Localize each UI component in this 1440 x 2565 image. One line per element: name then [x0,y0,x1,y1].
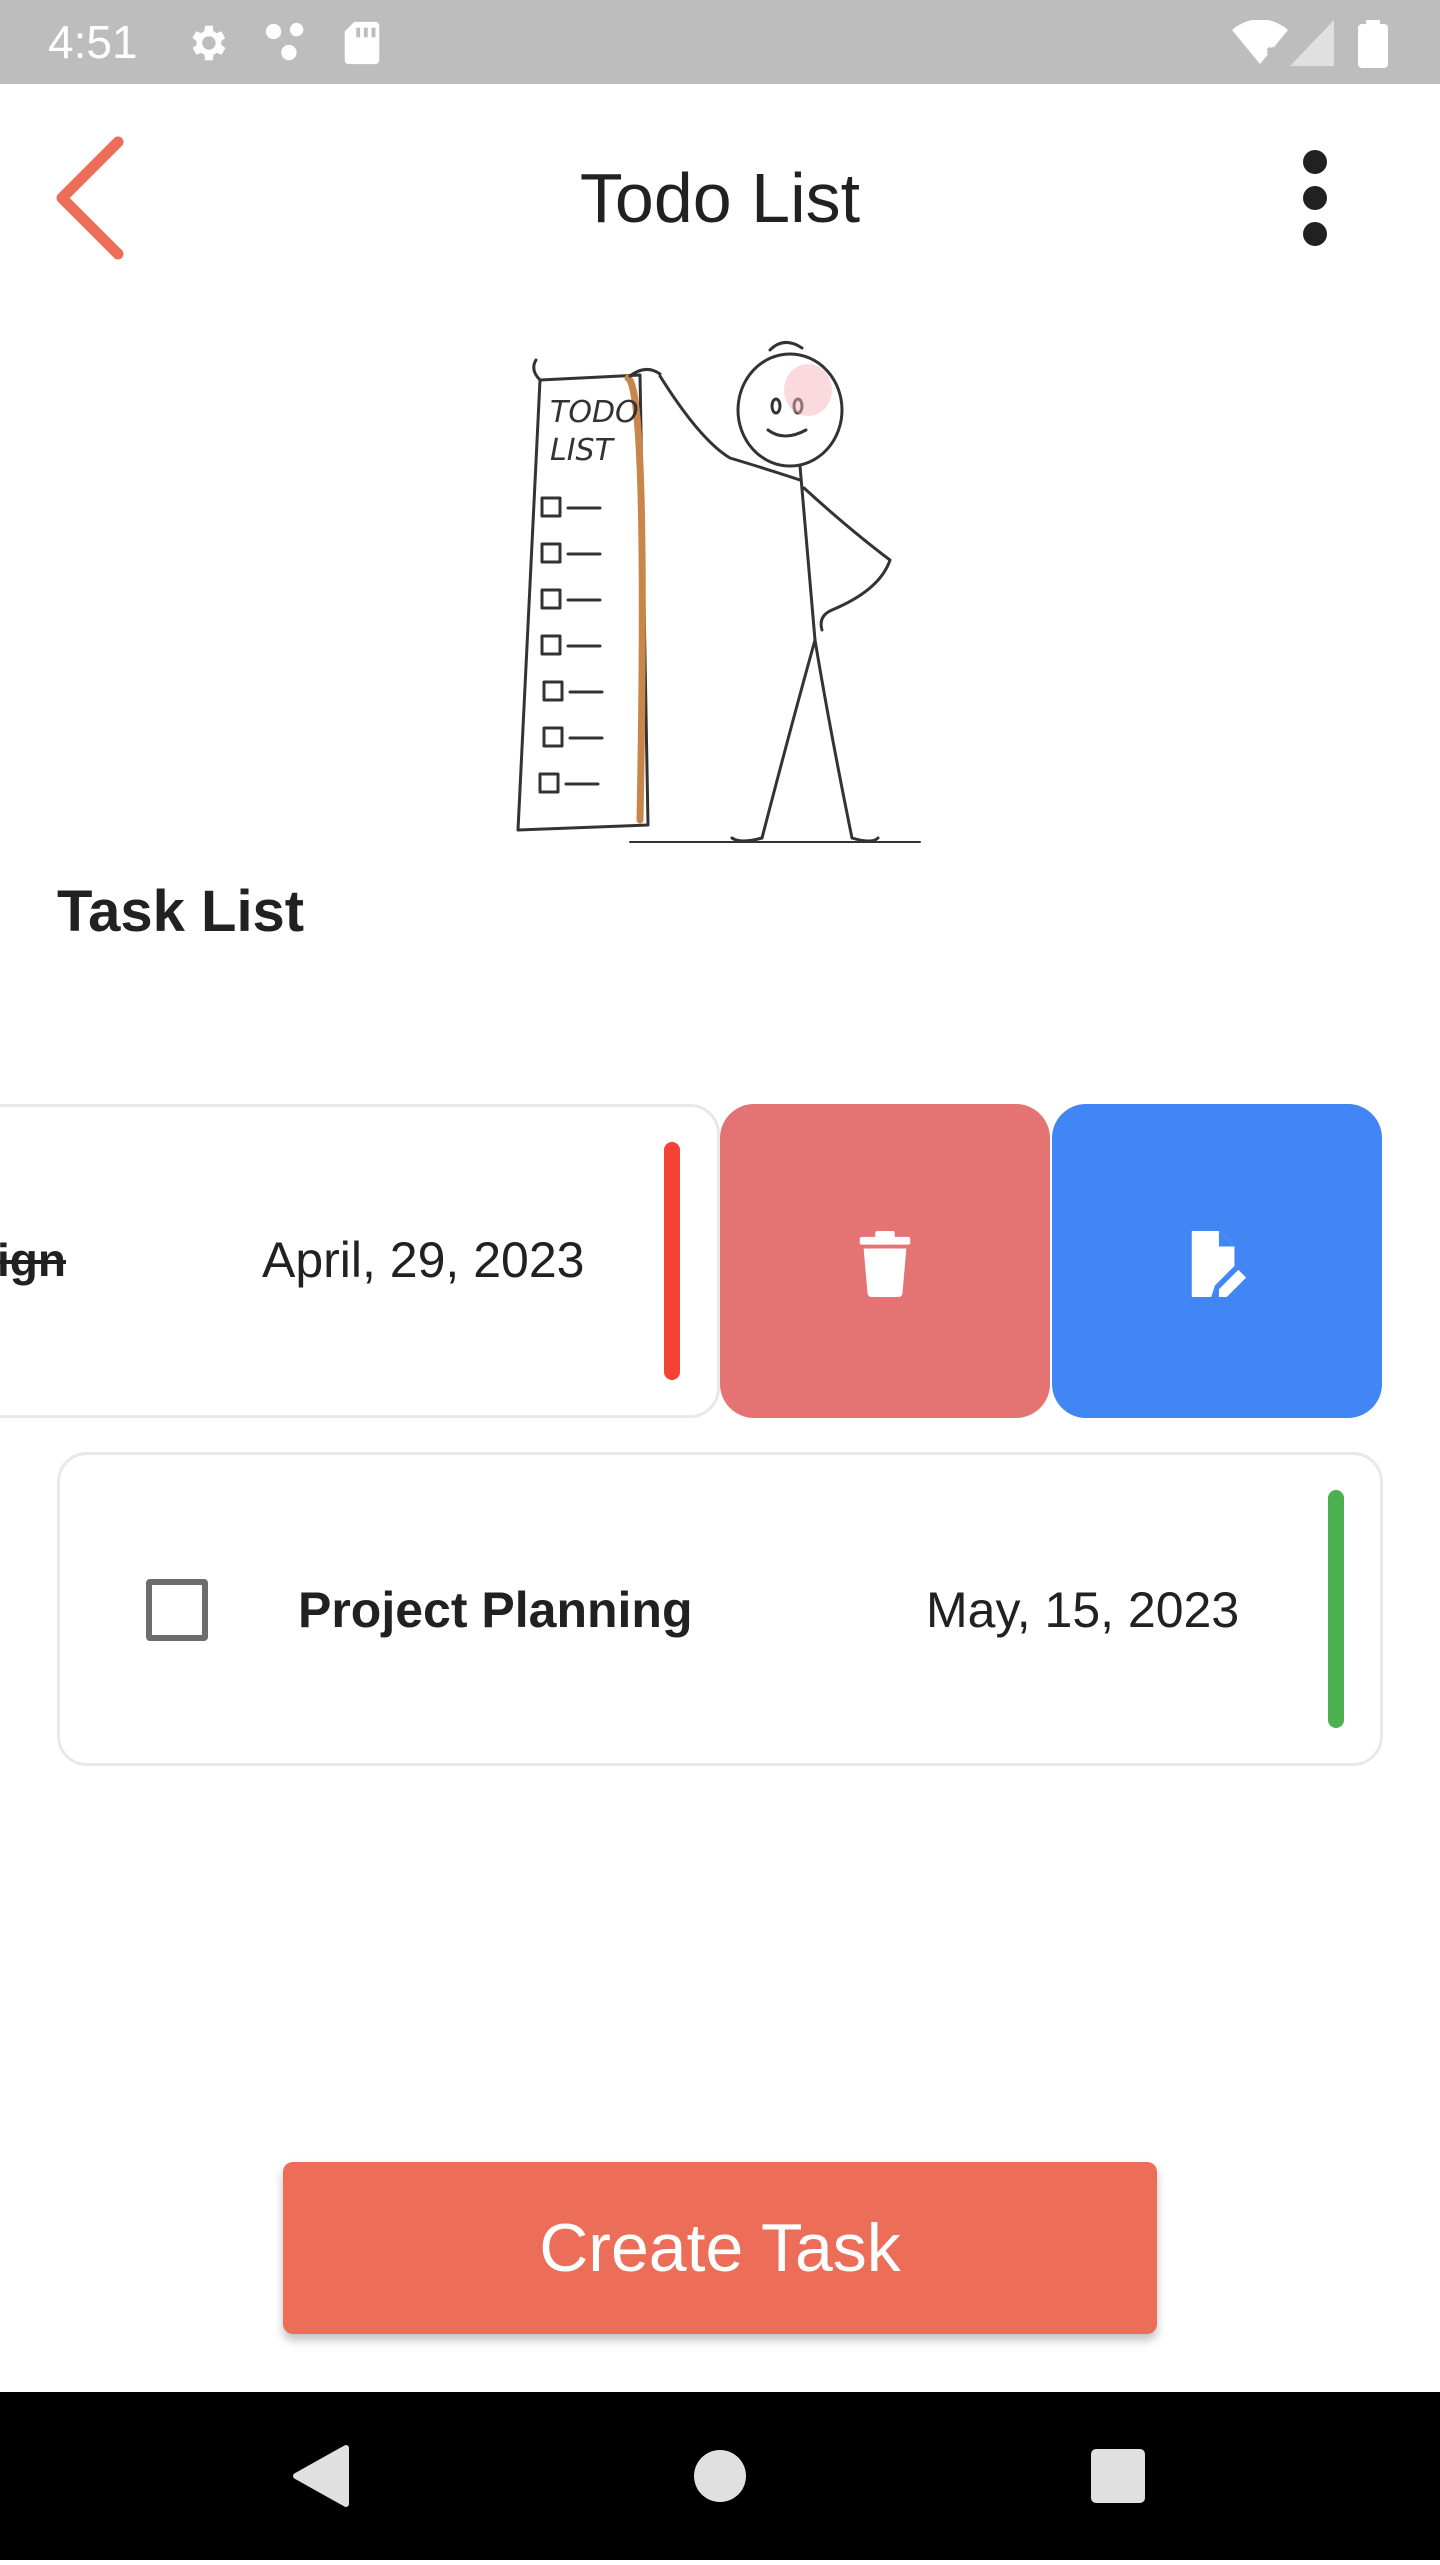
task-list-heading: Task List [57,879,305,944]
delete-button[interactable] [720,1104,1050,1418]
scroll-text-line1: TODO [550,395,639,430]
nav-recents-button[interactable] [1038,2392,1198,2560]
scroll-text-line2: LIST [550,433,616,468]
network-icon [265,22,304,61]
status-time: 4:51 [48,16,138,68]
task-date: May, 15, 2023 [926,1582,1240,1638]
more-vertical-icon-dot [1303,222,1327,246]
back-triangle-icon [293,2445,349,2507]
create-task-button[interactable]: Create Task [283,2162,1157,2334]
more-options-button[interactable] [1280,140,1350,256]
task-date: April, 29, 2023 [262,1232,585,1288]
task-checkbox[interactable] [146,1579,208,1641]
system-nav-bar [0,2392,1440,2560]
task-title: ign [0,1234,66,1286]
home-circle-icon [694,2450,746,2502]
nav-back-button[interactable] [238,2392,398,2560]
signal-icon [1290,20,1334,66]
settings-icon [192,25,226,61]
page-title: Todo List [579,159,861,237]
edit-button[interactable] [1052,1104,1382,1418]
recents-square-icon [1091,2449,1145,2503]
more-vertical-icon [1303,150,1327,174]
edit-document-icon [1191,1231,1247,1297]
task-title: Project Planning [298,1582,693,1638]
nav-home-button[interactable] [640,2392,800,2560]
battery-icon [1358,20,1388,68]
priority-indicator-low [1328,1490,1344,1728]
sd-card-icon [344,21,380,65]
trash-icon [859,1231,911,1297]
priority-indicator-high [664,1142,680,1380]
todo-illustration: TODO LIST [516,341,921,843]
more-vertical-icon-dot [1303,186,1327,210]
wifi-icon [1232,20,1288,64]
status-bar: 4:51 [0,0,1440,84]
